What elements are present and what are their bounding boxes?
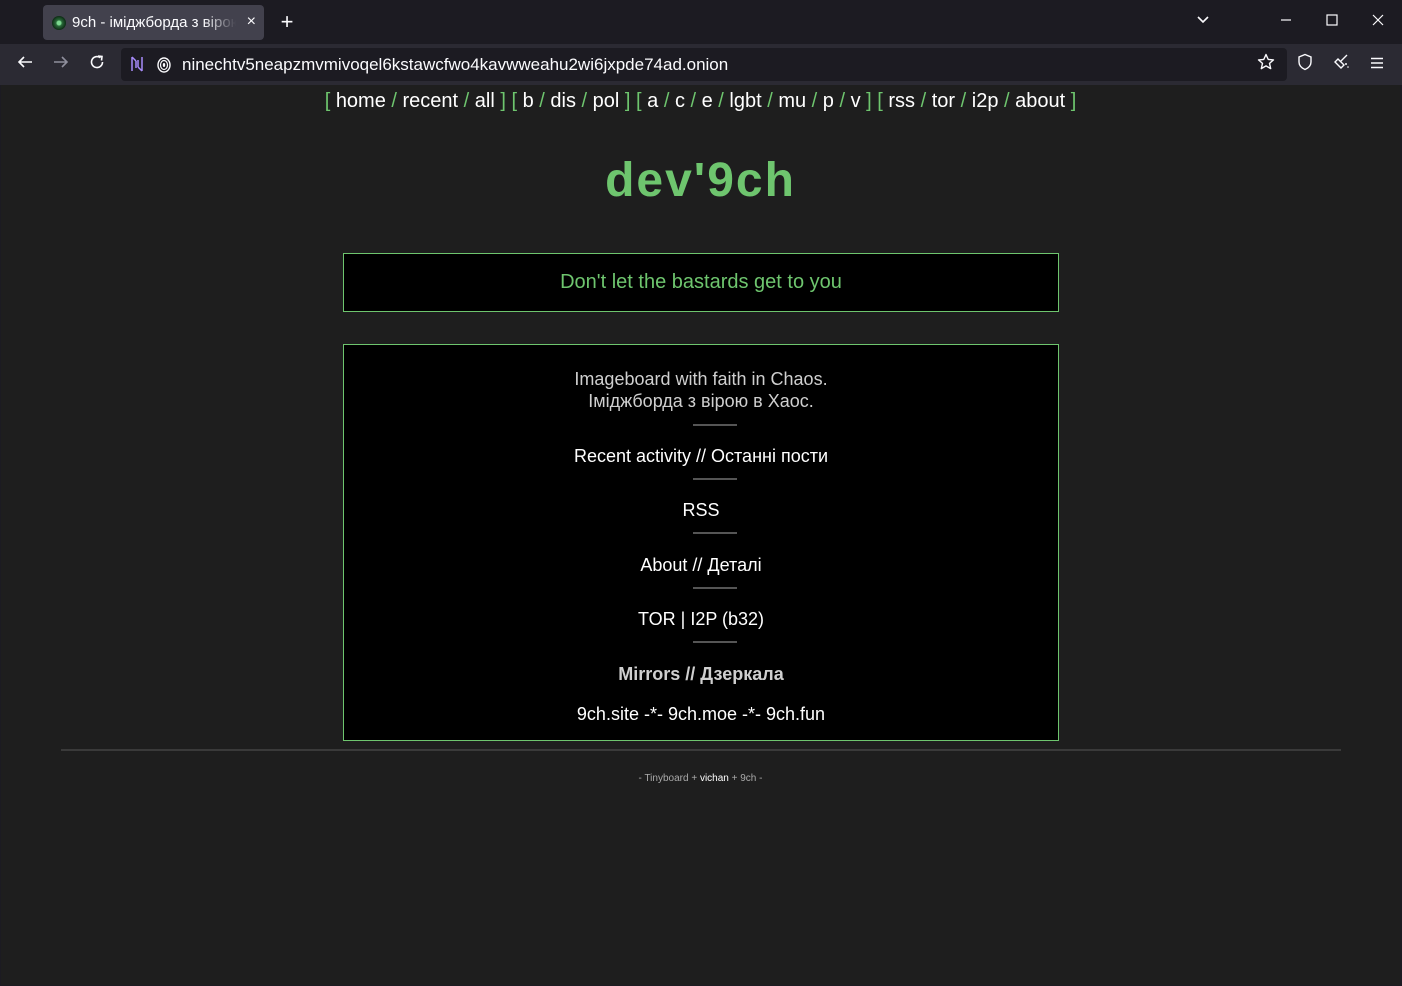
footer: - Tinyboard + vichan + 9ch - [1,773,1400,785]
divider [693,587,737,589]
mirror-link[interactable]: 9ch.site [577,704,639,724]
rss-link[interactable]: RSS [344,499,1058,521]
boardlist-separator: / [833,90,851,112]
recent-activity-label[interactable]: Recent activity // Останні пости [574,446,828,466]
board-link-e[interactable]: e [702,90,713,112]
board-link-rss[interactable]: rss [888,90,915,112]
new-tab-button[interactable]: + [276,10,298,34]
boardlist-separator: / [533,90,551,112]
shield-icon[interactable] [1292,52,1318,78]
board-link-p[interactable]: p [823,90,834,112]
back-arrow-icon[interactable] [12,52,38,78]
boardlist-separator: / [575,90,593,112]
board-link-c[interactable]: c [675,90,685,112]
footer-prefix: - Tinyboard + [638,773,700,784]
mirrors-list: 9ch.site -*- 9ch.moe -*- 9ch.fun [344,703,1058,725]
footer-suffix: + 9ch - [728,773,763,784]
tab-title: 9ch - іміджборда з вірою в Хаос [72,14,236,31]
board-link-v[interactable]: v [851,90,861,112]
divider [693,641,737,643]
board-link-about[interactable]: about [1015,90,1065,112]
boardlist-separator: / [998,90,1016,112]
mirror-link[interactable]: 9ch.fun [766,704,825,724]
boardlist-bracket: [ [505,90,523,112]
divider [693,532,737,534]
onion-security-icon[interactable] [156,55,172,78]
boardlist-bracket: [ [871,90,889,112]
motto-box: Don't let the bastards get to you [343,253,1059,312]
mirror-link[interactable]: 9ch.moe [668,704,737,724]
board-link-i2p[interactable]: i2p [972,90,999,112]
board-link-lgbt[interactable]: lgbt [729,90,761,112]
board-link-recent[interactable]: recent [403,90,459,112]
network-links: TOR | I2P (b32) [344,608,1058,630]
description-en: Imageboard with faith in Chaos. [574,369,828,389]
board-link-dis[interactable]: dis [550,90,576,112]
tor-link[interactable]: TOR [638,609,676,629]
info-box: Imageboard with faith in Chaos. Іміджбор… [343,344,1059,741]
vichan-link[interactable]: vichan [700,773,729,784]
boardlist-bracket: [ [324,90,336,112]
boardlist-separator: / [955,90,972,112]
boardlist-separator: / [684,90,702,112]
boardlist-bracket: ] [619,90,631,112]
recent-activity-link[interactable]: Recent activity // Останні пости [344,445,1058,467]
maximize-icon[interactable] [1320,10,1344,34]
new-identity-broom-icon[interactable] [1328,52,1354,78]
boardlist-separator: / [712,90,730,112]
footer-divider [61,749,1341,751]
mirror-separator: -*- [638,704,668,724]
description-uk: Іміджборда з вірою в Хаос. [588,391,814,411]
board-link-all[interactable]: all [475,90,495,112]
hamburger-menu-icon[interactable] [1364,52,1390,78]
forward-arrow-icon[interactable] [48,52,74,78]
reload-icon[interactable] [84,52,110,78]
board-link-home[interactable]: home [336,90,386,112]
boardlist-separator: / [458,90,475,112]
i2p-b32-link[interactable]: (b32) [717,609,764,629]
title-bar: 9ch - іміджборда з вірою в Хаос × + [0,0,1402,44]
boardlist-bracket: ] [860,90,872,112]
close-window-icon[interactable] [1366,10,1390,34]
board-link-mu[interactable]: mu [778,90,806,112]
boardlist-separator: / [915,90,932,112]
onion-circuit-icon[interactable] [129,55,145,78]
minimize-icon[interactable] [1274,10,1298,34]
bookmark-star-icon[interactable] [1253,52,1279,78]
tab-list-chevron-icon[interactable] [1191,10,1215,34]
favicon-icon [52,15,66,30]
tor-i2p-separator: | [675,609,691,629]
boardlist-separator: / [385,90,403,112]
boardlist-bracket: [ [630,90,648,112]
motto-text: Don't let the bastards get to you [560,271,842,293]
rss-label[interactable]: RSS [682,500,719,520]
mirrors-title: Mirrors // Дзеркала [618,664,784,684]
boardlist-bracket: ] [1065,90,1077,112]
boardlist-separator: / [761,90,779,112]
boardlist-separator: / [658,90,675,112]
page-content: [ home / recent / all ] [ b / dis / pol … [1,85,1400,985]
boardlist-bracket: ] [494,90,506,112]
i2p-link[interactable]: I2P [690,609,717,629]
board-link-pol[interactable]: pol [593,90,620,112]
board-link-tor[interactable]: tor [932,90,955,112]
site-title: dev'9ch [605,154,796,207]
about-label[interactable]: About // Деталі [640,555,761,575]
boardlist-separator: / [806,90,823,112]
board-link-b[interactable]: b [523,90,534,112]
boardlist: [ home / recent / all ] [ b / dis / pol … [1,89,1400,113]
board-link-a[interactable]: a [647,90,658,112]
url-text[interactable]: ninechtv5neapzmvmivoqel6kstawcfwo4kavwwe… [182,54,728,76]
mirror-separator: -*- [737,704,767,724]
about-link[interactable]: About // Деталі [344,554,1058,576]
divider [693,478,737,480]
browser-tab[interactable]: 9ch - іміджборда з вірою в Хаос × [43,5,264,40]
divider [693,424,737,426]
tab-close-icon[interactable]: × [247,12,256,32]
